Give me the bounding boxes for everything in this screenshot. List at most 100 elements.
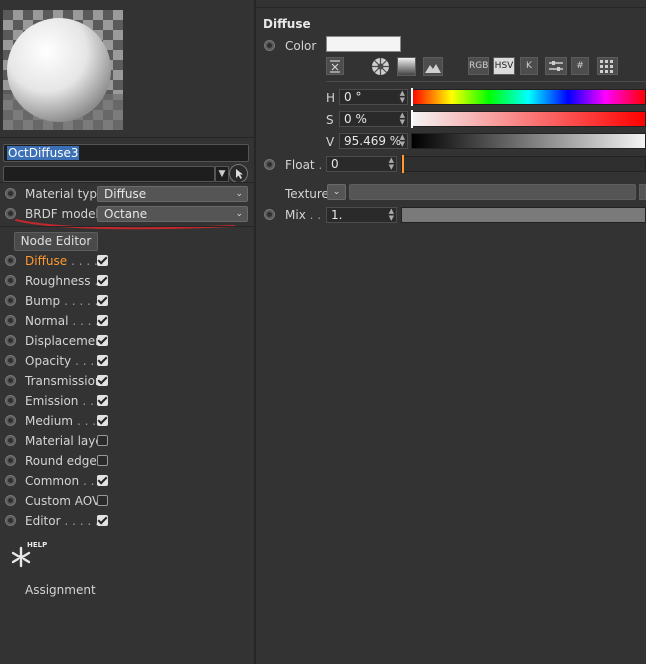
- mix-dots: . .: [309, 208, 322, 222]
- channel-anim-radio-icon[interactable]: [5, 515, 16, 526]
- channel-anim-radio-icon[interactable]: [5, 475, 16, 486]
- value-field[interactable]: 95.469 % ▲ ▼: [339, 133, 408, 149]
- spinner-icon[interactable]: ▲ ▼: [389, 208, 394, 222]
- channel-checkbox[interactable]: [97, 295, 108, 306]
- hue-label: H: [326, 91, 336, 105]
- color-spectrum-icon[interactable]: [397, 57, 416, 76]
- material-name-field[interactable]: OctDiffuse3: [3, 144, 249, 162]
- assignment-tab[interactable]: Assignment: [25, 583, 96, 597]
- channel-checkbox[interactable]: [97, 255, 108, 266]
- rgb-mode-button[interactable]: RGB: [468, 57, 489, 75]
- channel-label-dots: . . . .: [72, 314, 100, 328]
- filter-dropdown-button[interactable]: ▼: [215, 166, 229, 182]
- channel-checkbox[interactable]: [97, 515, 108, 526]
- saturation-field[interactable]: 0 % ▲ ▼: [339, 111, 408, 127]
- value-slider[interactable]: [411, 133, 646, 149]
- pick-cursor-icon[interactable]: [229, 164, 248, 183]
- color-label: Color: [285, 39, 317, 53]
- channel-label-text: Common: [25, 474, 80, 488]
- channel-label: Common. .: [25, 474, 95, 488]
- saturation-slider-handle[interactable]: [411, 110, 413, 128]
- channel-label: Transmission: [25, 374, 103, 388]
- channel-anim-radio-icon[interactable]: [5, 375, 16, 386]
- hue-slider-handle[interactable]: [411, 88, 413, 106]
- kelvin-mode-button[interactable]: K: [520, 57, 538, 75]
- channel-anim-radio-icon[interactable]: [5, 275, 16, 286]
- channel-label-dots: . .: [83, 474, 95, 488]
- channel-anim-radio-icon[interactable]: [5, 395, 16, 406]
- hsv-mode-button[interactable]: HSV: [493, 57, 515, 75]
- channel-checkbox[interactable]: [97, 275, 108, 286]
- channel-anim-radio-icon[interactable]: [5, 295, 16, 306]
- texture-dropdown-button[interactable]: ⌄: [327, 184, 346, 200]
- spinner-icon[interactable]: ▲ ▼: [389, 157, 394, 171]
- hex-mode-button[interactable]: #: [571, 57, 589, 75]
- channel-label: Custom AOV: [25, 494, 100, 508]
- float-slider-handle[interactable]: [402, 155, 404, 173]
- spinner-icon[interactable]: ▲ ▼: [400, 90, 405, 104]
- channel-anim-radio-icon[interactable]: [5, 255, 16, 266]
- color-wheel-icon[interactable]: [371, 57, 390, 76]
- channel-label: Bump. . . . .: [25, 294, 99, 308]
- channel-checkbox[interactable]: [97, 455, 108, 466]
- channel-label-text: Displacement: [25, 334, 108, 348]
- separator: [0, 182, 254, 183]
- channel-checkbox[interactable]: [97, 375, 108, 386]
- channel-checkbox[interactable]: [97, 435, 108, 446]
- image-picker-icon[interactable]: [423, 57, 443, 76]
- texture-label: Texture: [285, 187, 329, 201]
- channel-label-text: Round edges: [25, 454, 104, 468]
- channel-label-text: Emission: [25, 394, 79, 408]
- texture-slot[interactable]: [349, 184, 636, 200]
- texture-slot-menu[interactable]: [639, 184, 646, 200]
- channel-anim-radio-icon[interactable]: [5, 355, 16, 366]
- channel-anim-radio-icon[interactable]: [5, 435, 16, 446]
- mix-field[interactable]: 1. ▲ ▼: [326, 207, 397, 223]
- section-title: Diffuse: [263, 17, 311, 31]
- channel-label: Medium. . .: [25, 414, 96, 428]
- channel-checkbox[interactable]: [97, 495, 108, 506]
- channel-label: Emission. . .: [25, 394, 101, 408]
- color-swatch[interactable]: [326, 36, 401, 52]
- material-type-anim-radio-icon[interactable]: [5, 188, 16, 199]
- float-value: 0: [331, 157, 339, 171]
- material-preview: [3, 10, 123, 130]
- hue-slider[interactable]: [411, 89, 646, 105]
- channel-label-text: Opacity: [25, 354, 72, 368]
- float-field[interactable]: 0 ▲ ▼: [326, 156, 397, 172]
- channel-checkbox[interactable]: [97, 395, 108, 406]
- channel-checkbox[interactable]: [97, 315, 108, 326]
- channel-anim-radio-icon[interactable]: [5, 335, 16, 346]
- mixer-mode-icon[interactable]: [545, 57, 567, 75]
- channel-checkbox[interactable]: [97, 415, 108, 426]
- channel-label-dots: . . . . .: [64, 294, 99, 308]
- channel-anim-radio-icon[interactable]: [5, 455, 16, 466]
- swatches-grid-icon[interactable]: [597, 57, 618, 75]
- float-label: Float .: [285, 158, 322, 172]
- mix-slider[interactable]: [401, 207, 646, 223]
- channel-label: Material layer: [25, 434, 108, 448]
- channel-anim-radio-icon[interactable]: [5, 495, 16, 506]
- value-value: 95.469 %: [344, 134, 402, 148]
- color-anim-radio-icon[interactable]: [264, 40, 275, 51]
- channel-anim-radio-icon[interactable]: [5, 315, 16, 326]
- saturation-slider[interactable]: [411, 111, 646, 127]
- spinner-icon[interactable]: ▲ ▼: [400, 134, 405, 148]
- channel-checkbox[interactable]: [97, 355, 108, 366]
- saturation-label: S: [326, 113, 334, 127]
- material-type-select[interactable]: Diffuse ⌄: [97, 186, 248, 202]
- channel-checkbox[interactable]: [97, 335, 108, 346]
- saturation-value: 0 %: [344, 112, 367, 126]
- color-picker-collapse-icon[interactable]: [326, 57, 344, 75]
- material-filter-field[interactable]: [3, 166, 215, 182]
- channel-anim-radio-icon[interactable]: [5, 415, 16, 426]
- channel-label-text: Bump: [25, 294, 61, 308]
- channel-checkbox[interactable]: [97, 475, 108, 486]
- node-editor-button[interactable]: Node Editor: [14, 232, 98, 251]
- spinner-icon[interactable]: ▲ ▼: [400, 112, 405, 126]
- float-anim-radio-icon[interactable]: [264, 159, 275, 170]
- mix-anim-radio-icon[interactable]: [264, 209, 275, 220]
- channel-label-text: Normal: [25, 314, 69, 328]
- float-slider[interactable]: [401, 156, 646, 172]
- hue-field[interactable]: 0 ° ▲ ▼: [339, 89, 408, 105]
